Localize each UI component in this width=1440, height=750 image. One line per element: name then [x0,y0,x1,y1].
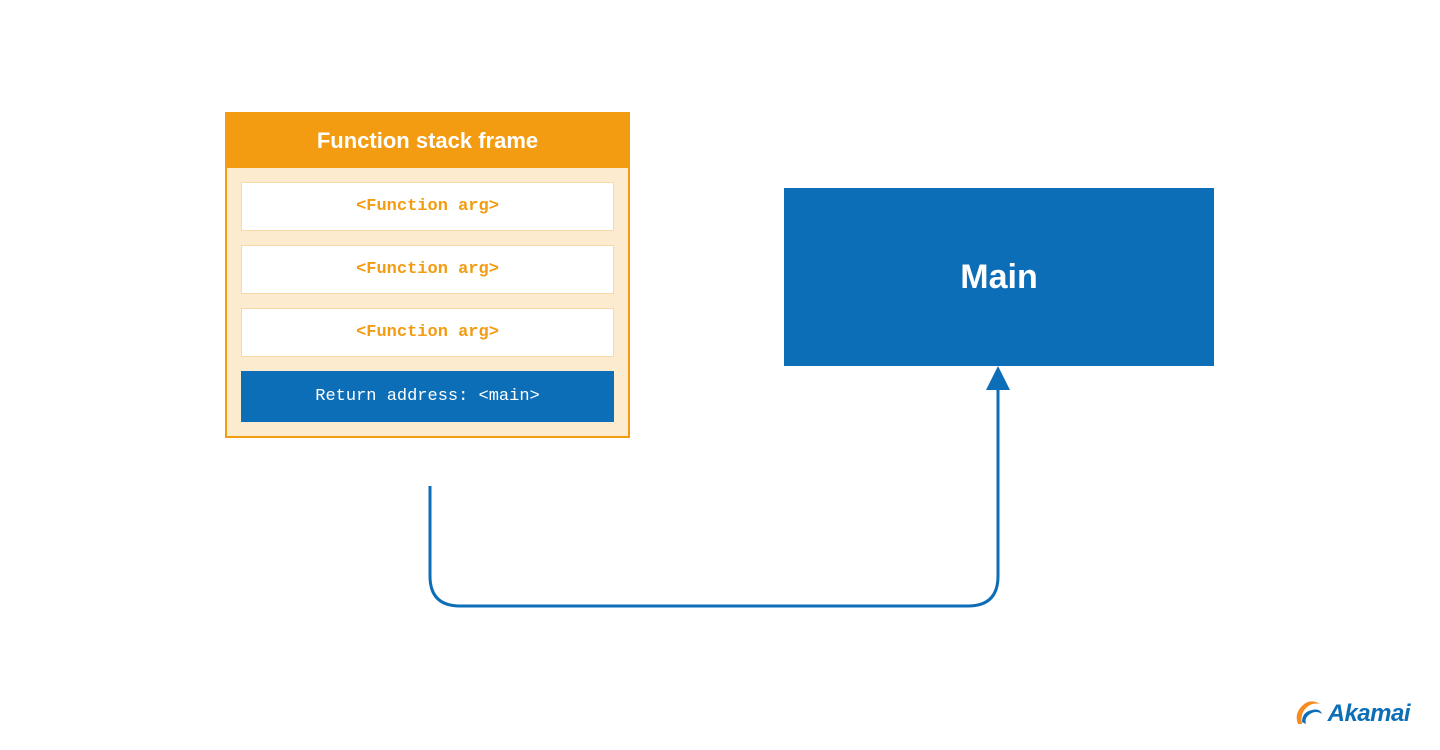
return-arrow [420,366,1020,626]
brand-logo: Akamai [1292,698,1410,730]
wave-icon [1292,698,1324,730]
stack-row-arg: <Function arg> [241,245,614,294]
main-block: Main [784,188,1214,366]
stack-row-arg: <Function arg> [241,308,614,357]
main-label: Main [960,258,1037,297]
stack-frame-title: Function stack frame [227,114,628,168]
stack-row-arg: <Function arg> [241,182,614,231]
brand-name: Akamai [1328,700,1410,728]
